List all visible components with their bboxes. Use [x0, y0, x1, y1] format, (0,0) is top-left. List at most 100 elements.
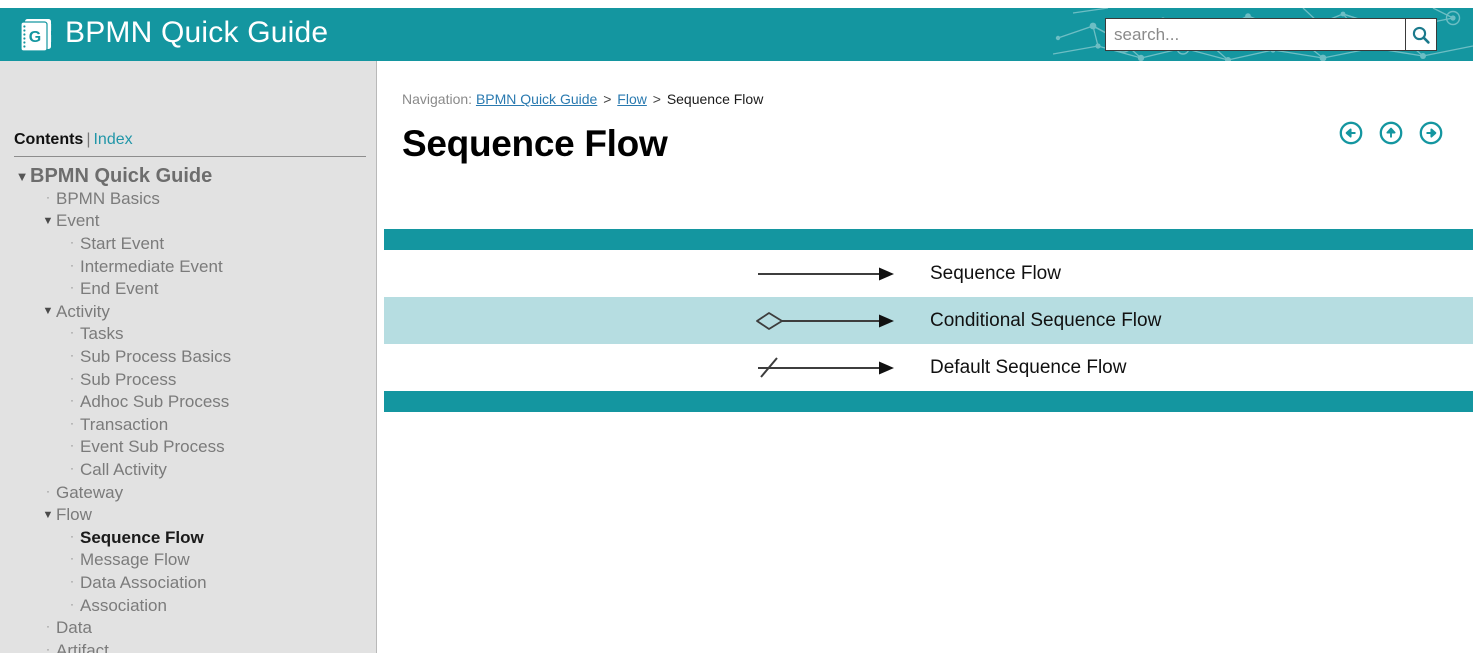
- sidebar-item-call-activity[interactable]: · Call Activity: [0, 459, 376, 482]
- sidebar-item-start-event[interactable]: · Start Event: [0, 233, 376, 256]
- sidebar-item-event[interactable]: ▼ Event: [0, 210, 376, 233]
- bullet-icon: ·: [46, 619, 50, 634]
- back-button[interactable]: [1339, 121, 1363, 145]
- sidebar-item-label: BPMN Quick Guide: [30, 164, 213, 187]
- sidebar-item-label: End Event: [80, 279, 159, 299]
- symbol-cell: [384, 304, 930, 338]
- sidebar-item-label: Artifact: [56, 640, 109, 653]
- sidebar-item-sub-process-basics[interactable]: · Sub Process Basics: [0, 346, 376, 369]
- bullet-icon: ·: [46, 189, 50, 204]
- slash-arrow-symbol: [758, 356, 894, 378]
- sidebar-item-label: Data: [56, 618, 92, 638]
- sidebar-item-activity[interactable]: ▼ Activity: [0, 301, 376, 324]
- sidebar-item-data-association[interactable]: · Data Association: [0, 572, 376, 595]
- breadcrumb-link-root[interactable]: BPMN Quick Guide: [476, 91, 597, 107]
- sidebar-item-label: Flow: [56, 505, 92, 525]
- bullet-icon: ·: [46, 641, 50, 653]
- sidebar-item-sequence-flow[interactable]: · Sequence Flow: [0, 527, 376, 550]
- chevron-down-icon[interactable]: ▼: [40, 306, 56, 317]
- sidebar-item-end-event[interactable]: · End Event: [0, 278, 376, 301]
- table-header-band: [384, 229, 1473, 250]
- sidebar-item-label: Transaction: [80, 414, 169, 434]
- symbol-label: Sequence Flow: [930, 262, 1061, 284]
- sidebar-item-label: Tasks: [80, 324, 124, 344]
- bullet-icon: ·: [46, 483, 50, 498]
- sidebar: Contents | Index ▼ BPMN Quick Guide · BPMN Ba…: [0, 61, 377, 653]
- search-input[interactable]: [1105, 18, 1405, 51]
- sidebar-item-label: Intermediate Event: [80, 256, 223, 276]
- bullet-icon: ·: [70, 551, 74, 566]
- chevron-down-icon[interactable]: ▼: [40, 215, 56, 227]
- bullet-icon: ·: [70, 415, 74, 430]
- table-body: Sequence Flow Conditional Sequence Flow De…: [384, 250, 1473, 391]
- breadcrumb-prefix: Navigation:: [402, 91, 473, 107]
- sidebar-item-label: Activity: [56, 301, 110, 321]
- notebook-logo-icon: G: [20, 19, 52, 52]
- sidebar-item-label: Sub Process: [80, 369, 177, 389]
- app-title: BPMN Quick Guide: [65, 16, 329, 49]
- table-row: Default Sequence Flow: [384, 344, 1473, 391]
- sidebar-item-bpmn-quick-guide[interactable]: ▼ BPMN Quick Guide: [0, 164, 376, 188]
- sidebar-item-event-sub-process[interactable]: · Event Sub Process: [0, 436, 376, 459]
- sidebar-item-intermediate-event[interactable]: · Intermediate Event: [0, 255, 376, 278]
- contents-tab[interactable]: Contents: [14, 131, 83, 148]
- bullet-icon: ·: [70, 235, 74, 250]
- sidebar-item-bpmn-basics[interactable]: · BPMN Basics: [0, 188, 376, 211]
- magnifier-icon: [1412, 26, 1430, 44]
- bullet-icon: ·: [70, 280, 74, 295]
- bullet-icon: ·: [70, 393, 74, 408]
- sidebar-item-label: Message Flow: [80, 550, 190, 570]
- plain-arrow-symbol: [758, 267, 894, 280]
- bullet-icon: ·: [70, 257, 74, 272]
- sidebar-item-label: Event Sub Process: [80, 437, 225, 457]
- toc-header: Contents | Index: [14, 131, 133, 149]
- chevron-down-icon[interactable]: ▼: [14, 170, 30, 183]
- main-content: Navigation: BPMN Quick Guide > Flow > Se…: [378, 61, 1473, 653]
- bullet-icon: ·: [70, 573, 74, 588]
- breadcrumb-separator-1: >: [603, 91, 612, 107]
- breadcrumb-link-flow[interactable]: Flow: [617, 91, 647, 107]
- sidebar-item-tasks[interactable]: · Tasks: [0, 323, 376, 346]
- sidebar-item-label: Call Activity: [80, 460, 167, 480]
- page-navigation-buttons: [1339, 121, 1443, 145]
- table-row: Sequence Flow: [384, 250, 1473, 297]
- sidebar-item-transaction[interactable]: · Transaction: [0, 414, 376, 437]
- search-box: [1105, 18, 1437, 51]
- svg-text:G: G: [29, 29, 41, 46]
- bullet-icon: ·: [70, 348, 74, 363]
- table-row: Conditional Sequence Flow: [384, 297, 1473, 344]
- sidebar-item-artifact[interactable]: · Artifact: [0, 639, 376, 653]
- up-button[interactable]: [1379, 121, 1403, 145]
- breadcrumb: Navigation: BPMN Quick Guide > Flow > Se…: [402, 91, 763, 107]
- sidebar-item-adhoc-sub-process[interactable]: · Adhoc Sub Process: [0, 391, 376, 414]
- forward-button[interactable]: [1419, 121, 1443, 145]
- sidebar-item-flow[interactable]: ▼ Flow: [0, 504, 376, 527]
- symbol-label: Default Sequence Flow: [930, 356, 1127, 378]
- bullet-icon: ·: [70, 528, 74, 543]
- search-button[interactable]: [1405, 18, 1437, 51]
- symbol-label: Conditional Sequence Flow: [930, 309, 1162, 331]
- sidebar-item-sub-process[interactable]: · Sub Process: [0, 368, 376, 391]
- bullet-icon: ·: [70, 370, 74, 385]
- sidebar-item-label: Sub Process Basics: [80, 347, 232, 367]
- sidebar-item-association[interactable]: · Association: [0, 594, 376, 617]
- symbol-table: Sequence Flow Conditional Sequence Flow De…: [384, 229, 1473, 412]
- bullet-icon: ·: [70, 325, 74, 340]
- chevron-down-icon[interactable]: ▼: [40, 509, 56, 521]
- page-title: Sequence Flow: [402, 123, 668, 164]
- toc-divider: [14, 156, 366, 157]
- sidebar-item-label: Data Association: [80, 572, 207, 592]
- index-tab[interactable]: Index: [93, 131, 132, 148]
- sidebar-item-label: BPMN Basics: [56, 188, 160, 208]
- sidebar-item-data[interactable]: · Data: [0, 617, 376, 640]
- app-header: G BPMN Quick Guide: [0, 8, 1473, 61]
- sidebar-item-label: Adhoc Sub Process: [80, 392, 230, 412]
- bullet-icon: ·: [70, 461, 74, 476]
- breadcrumb-separator-2: >: [652, 91, 661, 107]
- symbol-cell: [384, 257, 930, 291]
- sidebar-item-gateway[interactable]: · Gateway: [0, 481, 376, 504]
- sidebar-item-label: Start Event: [80, 234, 165, 254]
- sidebar-item-message-flow[interactable]: · Message Flow: [0, 549, 376, 572]
- table-of-contents-tree: ▼ BPMN Quick Guide · BPMN Basics ▼ Event · Star…: [0, 164, 376, 653]
- bullet-icon: ·: [70, 438, 74, 453]
